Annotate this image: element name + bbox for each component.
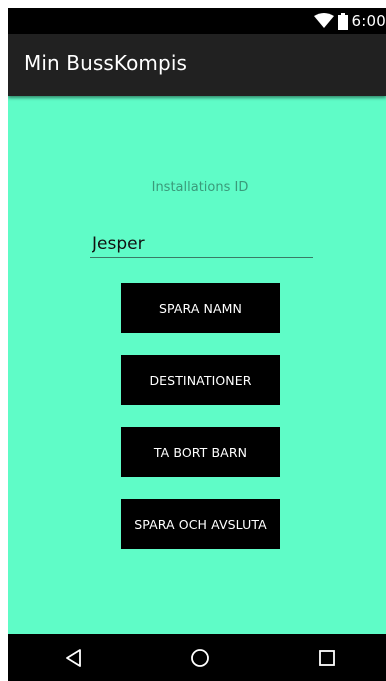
- back-icon[interactable]: [60, 644, 88, 672]
- battery-icon: [337, 12, 348, 30]
- app-bar: Min BussKompis: [8, 34, 386, 96]
- recents-icon[interactable]: [313, 644, 341, 672]
- save-name-button[interactable]: SPARA NAMN: [121, 283, 280, 333]
- app-title: Min BussKompis: [24, 51, 187, 75]
- wifi-icon: [313, 13, 334, 29]
- main-content: Installations ID SPARA NAMN DESTINATIONE…: [8, 96, 386, 634]
- status-time: 6:00: [351, 12, 386, 30]
- destinations-button[interactable]: DESTINATIONER: [121, 355, 280, 405]
- name-input[interactable]: [90, 231, 313, 258]
- device-screen: 6:00 Min BussKompis Installations ID SPA…: [8, 8, 386, 681]
- save-and-exit-button[interactable]: SPARA OCH AVSLUTA: [121, 499, 280, 549]
- remove-child-button[interactable]: TA BORT BARN: [121, 427, 280, 477]
- installation-id-label: Installations ID: [151, 180, 249, 195]
- navigation-bar: [8, 634, 386, 681]
- status-icons: 6:00: [313, 8, 386, 34]
- home-icon[interactable]: [186, 644, 214, 672]
- status-bar: 6:00: [8, 8, 386, 34]
